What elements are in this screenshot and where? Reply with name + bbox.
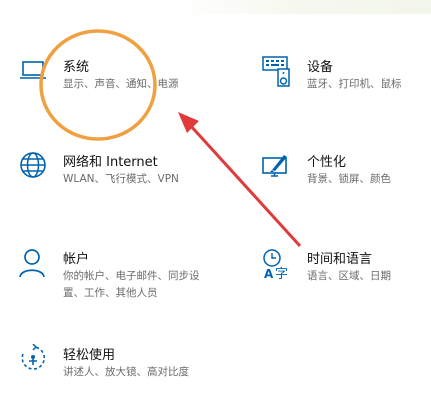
tile-devices-desc: 蓝牙、打印机、鼠标 [307,78,402,90]
tile-accounts[interactable]: 帐户 你的帐户、电子邮件、同步设 置、工作、其他人员 [18,248,218,308]
tile-personalization-desc: 背景、锁屏、颜色 [307,173,391,185]
tile-system-title: 系统 [63,60,90,75]
tile-accounts-title: 帐户 [63,252,90,267]
tile-ease-of-access-desc: 讲述人、放大镜、高对比度 [63,366,189,378]
tile-network[interactable]: 网络和 Internet WLAN、飞行模式、VPN [18,151,208,211]
person-icon [18,248,52,282]
tile-system[interactable]: 系统 显示、声音、通知、电源 [18,56,208,116]
tile-network-title: 网络和 Internet [63,155,158,170]
tile-devices[interactable]: 设备 蓝牙、打印机、鼠标 [262,56,422,116]
svg-text:字: 字 [275,267,288,282]
globe-icon [18,151,52,185]
tile-time-language[interactable]: A 字 时间和语言 语言、区域、日期 [262,248,422,308]
laptop-icon [18,56,52,90]
tile-time-language-title: 时间和语言 [307,252,373,267]
devices-icon [262,56,296,90]
window-top-strip [0,0,431,14]
ease-of-access-icon [18,344,52,378]
tile-accounts-desc: 你的帐户、电子邮件、同步设 置、工作、其他人员 [63,270,200,299]
tile-ease-of-access-title: 轻松使用 [63,348,116,363]
tile-devices-title: 设备 [307,60,334,75]
tile-personalization[interactable]: 个性化 背景、锁屏、颜色 [262,151,422,211]
time-language-icon: A 字 [262,248,296,282]
tile-time-language-desc: 语言、区域、日期 [307,270,391,282]
tile-personalization-title: 个性化 [307,155,347,170]
svg-text:A: A [264,267,274,281]
tile-ease-of-access[interactable]: 轻松使用 讲述人、放大镜、高对比度 [18,344,218,404]
tile-network-desc: WLAN、飞行模式、VPN [63,173,179,185]
tile-system-desc: 显示、声音、通知、电源 [63,78,179,90]
personalization-icon [262,151,296,185]
